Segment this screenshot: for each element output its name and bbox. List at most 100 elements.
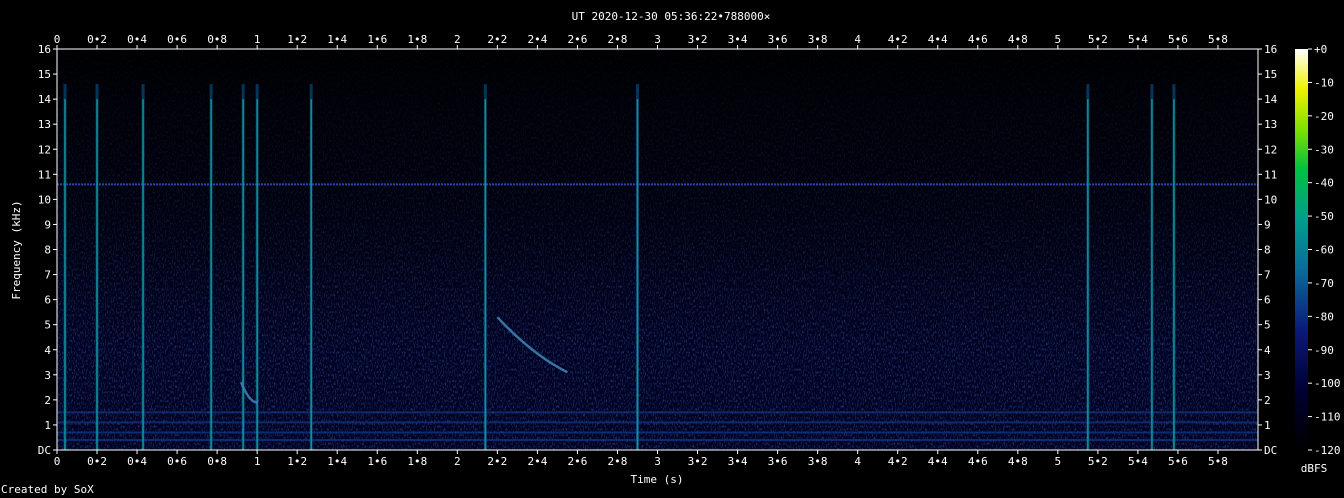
- x-tick-label-top: 4: [854, 33, 861, 46]
- y-tick-label-left: 13: [38, 118, 51, 131]
- colorbar-label: dBFS: [1301, 462, 1328, 475]
- y-axis-label: Frequency (kHz): [10, 200, 23, 299]
- y-tick-label-left: 1: [44, 419, 51, 432]
- x-tick-label-top: 1: [254, 33, 261, 46]
- x-axis-top: 0 0•2 0•4 0•6 0•8 1 1•2 1•4 1•6 1•8 2 2•2 2•4 2•6 2•8 3…: [54, 33, 1228, 49]
- x-tick-label-top: 5•8: [1208, 33, 1228, 46]
- colorbar-tick-label: -110: [1314, 411, 1341, 424]
- colorbar-tick-label: -10: [1314, 76, 1334, 89]
- x-tick-label-top: 5: [1055, 33, 1062, 46]
- x-tick-label-bottom: 1: [254, 455, 261, 468]
- colorbar-ticks: +0 -10 -20 -30 -40 -50 -60 -70 -80 -90 -100 -110 -12…: [1308, 43, 1341, 457]
- x-tick-label-bottom: 1•8: [407, 455, 427, 468]
- x-tick-label-top: 5•6: [1168, 33, 1188, 46]
- y-tick-label-right: 4: [1264, 344, 1271, 357]
- x-tick-label-bottom: 3: [654, 455, 661, 468]
- y-tick-label-right: 16: [1264, 43, 1277, 56]
- x-tick-label-bottom: 3•4: [728, 455, 748, 468]
- x-tick-label-top: 3•6: [768, 33, 788, 46]
- x-tick-label-top: 4•2: [888, 33, 908, 46]
- x-tick-label-bottom: 5•8: [1208, 455, 1228, 468]
- x-tick-label-bottom: 4•6: [968, 455, 988, 468]
- y-tick-label-right: 1: [1264, 419, 1271, 432]
- x-tick-label-top: 5•2: [1088, 33, 1108, 46]
- colorbar: +0 -10 -20 -30 -40 -50 -60 -70 -80 -90 -100 -110 -12…: [1295, 43, 1341, 475]
- x-tick-label-top: 0•8: [207, 33, 227, 46]
- x-tick-label-top: 1•6: [367, 33, 387, 46]
- colorbar-tick-label: -20: [1314, 110, 1334, 123]
- y-tick-label-right: 8: [1264, 244, 1271, 257]
- y-tick-label-left: 12: [38, 143, 51, 156]
- y-tick-label-right: 5: [1264, 319, 1271, 332]
- plot-area: [56, 48, 1259, 451]
- x-tick-label-bottom: 2•2: [487, 455, 507, 468]
- x-tick-label-top: 0•6: [167, 33, 187, 46]
- x-tick-label-bottom: 0•4: [127, 455, 147, 468]
- y-tick-label-left: 6: [44, 294, 51, 307]
- y-axis-left: DC12345678910111213141516: [38, 43, 57, 457]
- upper-band-fade: [57, 49, 1258, 349]
- y-tick-label-right: 2: [1264, 394, 1271, 407]
- x-tick-label-bottom: 4•2: [888, 455, 908, 468]
- colorbar-tick-label: -80: [1314, 310, 1334, 323]
- x-axis-bottom: 0 0•2 0•4 0•6 0•8 1 1•2 1•4 1•6 1•8 2 2•2 2•4 2•6 2•8 3…: [54, 450, 1228, 468]
- credit-text: Created by SoX: [1, 483, 94, 496]
- x-tick-label-top: 0•2: [87, 33, 107, 46]
- x-tick-label-top: 2•6: [567, 33, 587, 46]
- x-tick-label-bottom: 4•8: [1008, 455, 1028, 468]
- x-axis-label: Time (s): [631, 473, 684, 486]
- y-tick-label-left: 2: [44, 394, 51, 407]
- x-tick-label-top: 4•8: [1008, 33, 1028, 46]
- x-tick-label-top: 4•4: [928, 33, 948, 46]
- x-tick-label-bottom: 3•2: [688, 455, 708, 468]
- x-tick-label-top: 1•2: [287, 33, 307, 46]
- colorbar-tick-label: -60: [1314, 244, 1334, 257]
- colorbar-tick-label: -30: [1314, 143, 1334, 156]
- x-tick-label-bottom: 5•4: [1128, 455, 1148, 468]
- colorbar-tick-label: -100: [1314, 377, 1341, 390]
- y-tick-label-right: 10: [1264, 193, 1277, 206]
- y-axis-right: DC12345678910111213141516: [1258, 43, 1278, 457]
- y-tick-label-left: 5: [44, 319, 51, 332]
- x-tick-label-bottom: 5•6: [1168, 455, 1188, 468]
- x-tick-label-top: 4•6: [968, 33, 988, 46]
- y-tick-label-left: DC: [38, 444, 51, 457]
- x-tick-label-top: 3•2: [688, 33, 708, 46]
- x-tick-label-bottom: 1•2: [287, 455, 307, 468]
- x-tick-label-bottom: 0•8: [207, 455, 227, 468]
- x-tick-label-bottom: 0: [54, 455, 61, 468]
- chart-title: UT 2020-12-30 05:36:22•788000×: [572, 10, 771, 23]
- colorbar-gradient: [1295, 49, 1308, 450]
- colorbar-tick-label: -70: [1314, 277, 1334, 290]
- y-tick-label-left: 4: [44, 344, 51, 357]
- colorbar-tick-label: -120: [1314, 444, 1341, 457]
- y-tick-label-left: 11: [38, 168, 51, 181]
- x-tick-label-bottom: 2•4: [527, 455, 547, 468]
- x-tick-label-top: 3•8: [808, 33, 828, 46]
- x-tick-label-bottom: 0•6: [167, 455, 187, 468]
- x-tick-label-bottom: 3•6: [768, 455, 788, 468]
- x-tick-label-bottom: 5: [1055, 455, 1062, 468]
- x-tick-label-top: 0•4: [127, 33, 147, 46]
- y-tick-label-left: 10: [38, 193, 51, 206]
- x-tick-label-top: 2•8: [608, 33, 628, 46]
- y-tick-label-right: 9: [1264, 218, 1271, 231]
- y-tick-label-left: 14: [38, 93, 52, 106]
- y-tick-label-left: 9: [44, 218, 51, 231]
- x-tick-label-bottom: 2•8: [608, 455, 628, 468]
- x-tick-label-top: 1•8: [407, 33, 427, 46]
- y-tick-label-right: 15: [1264, 68, 1277, 81]
- colorbar-tick-label: +0: [1314, 43, 1327, 56]
- y-tick-label-left: 8: [44, 244, 51, 257]
- x-tick-label-bottom: 5•2: [1088, 455, 1108, 468]
- colorbar-tick-label: -90: [1314, 344, 1334, 357]
- y-tick-label-right: 12: [1264, 143, 1277, 156]
- y-tick-label-left: 3: [44, 369, 51, 382]
- y-tick-label-right: DC: [1264, 444, 1277, 457]
- x-tick-label-bottom: 1•4: [327, 455, 347, 468]
- x-tick-label-top: 3: [654, 33, 661, 46]
- x-tick-label-top: 1•4: [327, 33, 347, 46]
- spectrogram-figure: UT 2020-12-30 05:36:22•788000× 0 0•2 0•4 0•…: [10, 10, 1341, 486]
- y-tick-label-right: 13: [1264, 118, 1277, 131]
- y-tick-label-right: 6: [1264, 294, 1271, 307]
